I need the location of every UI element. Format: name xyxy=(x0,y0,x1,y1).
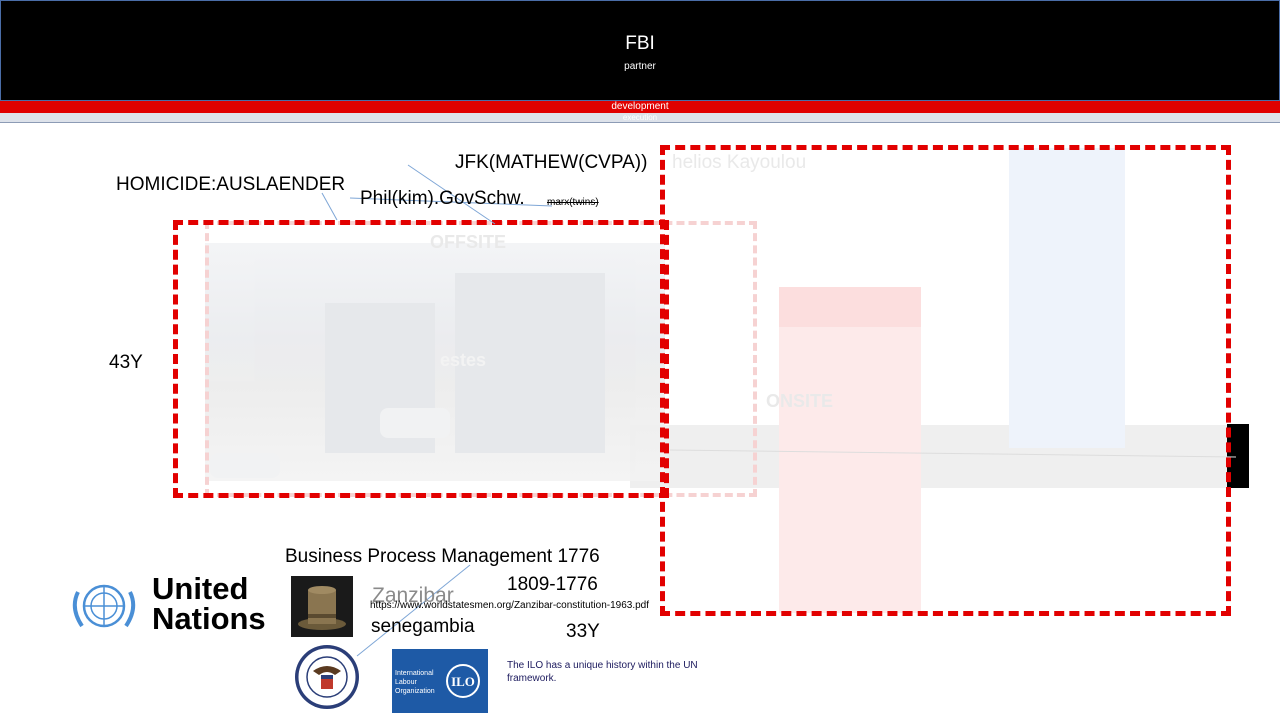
ilo-note: The ILO has a unique history within the … xyxy=(507,660,698,684)
ilo-logo-line: Organization xyxy=(395,688,435,695)
homicide-label: HOMICIDE:AUSLAENDER xyxy=(116,174,346,195)
phil-label: Phil(kim).GovSchw. xyxy=(360,188,525,209)
un-wordmark: United Nations xyxy=(152,571,266,636)
top-hat-icon xyxy=(298,586,346,630)
offsite-label: OFFSITE xyxy=(430,232,506,252)
un-wordmark-line: Nations xyxy=(152,601,266,636)
marx-label: marx(twins) xyxy=(547,197,599,208)
zanzibar-url: https://www.worldstatesmen.org/Zanzibar-… xyxy=(370,600,650,611)
ilo-logo-line: International xyxy=(395,670,434,677)
age-bottom-label: 33Y xyxy=(566,621,600,642)
estes-label: estes xyxy=(440,350,487,370)
range-label: 1809-1776 xyxy=(507,574,598,595)
un-emblem-icon xyxy=(72,584,136,628)
ilo-logo: International Labour Organization ILO xyxy=(392,649,488,713)
department-seal-image xyxy=(295,645,359,709)
connector-line xyxy=(669,449,1237,458)
age-left-label: 43Y xyxy=(109,352,143,373)
un-wordmark-line: United xyxy=(152,571,249,606)
ilo-logo-line: Labour xyxy=(395,679,417,686)
eagle-seal-icon xyxy=(295,645,359,709)
jfk-label: JFK(MATHEW(CVPA)) xyxy=(455,152,648,173)
ilo-emblem-icon: ILO xyxy=(446,664,480,698)
senegambia-label: senegambia xyxy=(371,616,475,637)
connector-line xyxy=(321,192,338,221)
ilo-emblem-text: ILO xyxy=(451,674,475,689)
ilo-logo-text: International Labour Organization xyxy=(395,669,435,696)
helios-label: helios Kayoulou xyxy=(672,152,807,173)
top-hat-image xyxy=(291,576,353,637)
bpm-label: Business Process Management 1776 xyxy=(285,546,600,567)
onsite-label: ONSITE xyxy=(766,391,834,411)
